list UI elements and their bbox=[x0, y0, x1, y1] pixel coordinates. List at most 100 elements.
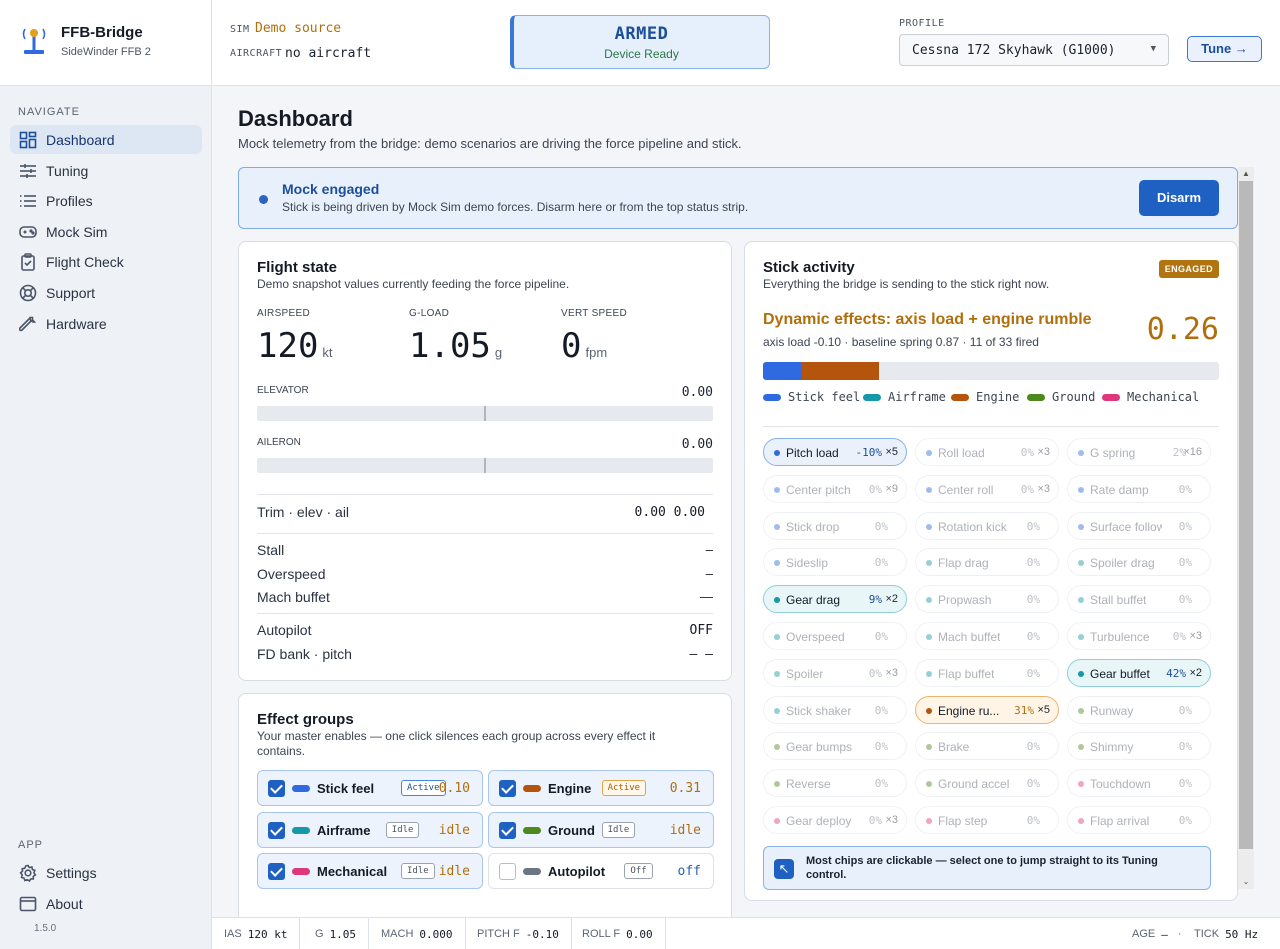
effect-chip-flap-arrival[interactable]: Flap arrival 0% bbox=[1067, 806, 1211, 834]
dynamic-effects-title: Dynamic effects: axis load + engine rumb… bbox=[763, 311, 1092, 328]
effect-chip-engine-ru[interactable]: Engine ru... 31% ×5 bbox=[915, 695, 1059, 724]
chip-label: Sideslip bbox=[786, 556, 829, 571]
effect-chip-rate-damp[interactable]: Rate damp 0% bbox=[1067, 474, 1211, 503]
flight-state-subtitle: Demo snapshot values currently feeding t… bbox=[257, 277, 570, 291]
group-chip-mechanical[interactable]: Mechanical Idle idle bbox=[257, 853, 483, 889]
sidebar-item-mock-sim[interactable]: Mock Sim bbox=[10, 217, 202, 246]
effect-chip-center-roll[interactable]: Center roll 0% ×3 bbox=[915, 474, 1059, 503]
effect-chip-flap-drag[interactable]: Flap drag 0% bbox=[915, 548, 1059, 577]
chip-percent: 0% bbox=[1026, 777, 1040, 791]
group-chip-engine[interactable]: Engine Active 0.31 bbox=[488, 770, 714, 806]
effect-chip-touchdown[interactable]: Touchdown 0% bbox=[1067, 769, 1211, 798]
effect-chip-stick-drop[interactable]: Stick drop 0% bbox=[763, 511, 907, 540]
effect-chip-center-pitch[interactable]: Center pitch 0% ×9 bbox=[763, 474, 907, 503]
effect-chip-rotation-kick[interactable]: Rotation kick 0% bbox=[915, 511, 1059, 540]
effect-chip-brake[interactable]: Brake 0% bbox=[915, 732, 1059, 761]
sidebar-item-profiles[interactable]: Profiles bbox=[10, 186, 202, 215]
checkbox[interactable] bbox=[268, 863, 285, 880]
scroll-down-icon[interactable]: ⌄ bbox=[1238, 875, 1254, 889]
armed-status[interactable]: ARMED Device Ready bbox=[510, 15, 770, 69]
effect-chip-ground-accel[interactable]: Ground accel 0% bbox=[915, 769, 1059, 798]
stick-activity-card: Stick activity Everything the bridge is … bbox=[744, 241, 1238, 901]
effect-chip-g-spring[interactable]: G spring 2% ×16 bbox=[1067, 438, 1211, 466]
sidebar-item-settings[interactable]: Settings bbox=[10, 858, 202, 887]
sidebar-item-support[interactable]: Support bbox=[10, 278, 202, 307]
aircraft-key: AIRCRAFT bbox=[230, 48, 283, 59]
effect-chip-flap-step[interactable]: Flap step 0% bbox=[915, 806, 1059, 834]
divider bbox=[257, 613, 713, 614]
chip-dot bbox=[1078, 560, 1084, 567]
effect-chip-flap-buffet[interactable]: Flap buffet 0% bbox=[915, 658, 1059, 687]
effect-chip-stall-buffet[interactable]: Stall buffet 0% bbox=[1067, 585, 1211, 614]
sidebar-item-hardware[interactable]: Hardware bbox=[10, 309, 202, 338]
group-chip-airframe[interactable]: Airframe Idle idle bbox=[257, 812, 483, 848]
sidebar-item-label: Flight Check bbox=[46, 253, 124, 270]
chip-label: Flap drag bbox=[938, 556, 989, 571]
chip-multiplier: ×5 bbox=[885, 446, 898, 458]
effect-chip-mach-buffet[interactable]: Mach buffet 0% bbox=[915, 622, 1059, 650]
chip-percent: 0% bbox=[1178, 740, 1192, 754]
effect-chip-gear-bumps[interactable]: Gear bumps 0% bbox=[763, 732, 907, 761]
group-chip-autopilot[interactable]: Autopilot Off off bbox=[488, 853, 714, 889]
effect-chip-gear-drag[interactable]: Gear drag 9% ×2 bbox=[763, 585, 907, 614]
checkbox[interactable] bbox=[499, 863, 516, 880]
profile-select[interactable]: Cessna 172 Skyhawk (G1000) ▼ bbox=[899, 34, 1169, 66]
telemetry-footer: IAS 120 kt G 1.05 MACH 0.000 PITCH F -0.10 R… bbox=[212, 917, 1280, 949]
scrollbar-thumb[interactable] bbox=[1239, 181, 1253, 849]
effect-chip-runway[interactable]: Runway 0% bbox=[1067, 695, 1211, 724]
sidebar-item-dashboard[interactable]: Dashboard bbox=[10, 125, 202, 154]
chip-percent: 0% bbox=[868, 482, 882, 496]
chip-label: Gear drag bbox=[786, 593, 841, 608]
scroll-up-icon[interactable]: ▲ bbox=[1238, 167, 1254, 181]
effect-chip-surface-follow[interactable]: Surface follow 0% bbox=[1067, 511, 1211, 540]
chip-label: Stall buffet bbox=[1090, 593, 1147, 608]
effect-chip-roll-load[interactable]: Roll load 0% ×3 bbox=[915, 438, 1059, 466]
effect-chip-overspeed[interactable]: Overspeed 0% bbox=[763, 622, 907, 650]
group-status-badge: Idle bbox=[601, 822, 636, 838]
group-chip-stick-feel[interactable]: Stick feel Active 0.10 bbox=[257, 770, 483, 806]
sidebar-item-about[interactable]: About bbox=[10, 889, 202, 918]
checkbox[interactable] bbox=[499, 780, 516, 797]
effect-chip-spoiler[interactable]: Spoiler 0% ×3 bbox=[763, 658, 907, 687]
chip-multiplier: ×3 bbox=[1189, 630, 1202, 642]
legend-label: Ground bbox=[1052, 390, 1096, 404]
main-scrollbar[interactable]: ▲ ⌄ bbox=[1238, 167, 1254, 889]
chip-percent: 0% bbox=[1178, 703, 1192, 717]
group-chip-ground[interactable]: Ground Idle idle bbox=[488, 812, 714, 848]
tune-button[interactable]: Tune → bbox=[1187, 36, 1262, 62]
checkbox[interactable] bbox=[499, 822, 516, 839]
hint-text: Most chips are clickable — select one to… bbox=[806, 855, 1158, 881]
chip-dot bbox=[774, 523, 780, 530]
chip-multiplier: ×2 bbox=[885, 593, 898, 606]
chip-percent: 0% bbox=[1026, 556, 1040, 570]
aircraft-value: no aircraft bbox=[285, 46, 372, 61]
group-status-badge: Off bbox=[624, 863, 653, 879]
aileron-value: 0.00 bbox=[681, 437, 713, 452]
sidebar-item-flight-check[interactable]: Flight Check bbox=[10, 247, 202, 276]
brand: FFB-Bridge SideWinder FFB 2 bbox=[0, 0, 211, 86]
chip-percent: 0% bbox=[1178, 777, 1192, 791]
disarm-button[interactable]: Disarm bbox=[1139, 180, 1219, 216]
legend-swatch bbox=[1102, 393, 1120, 401]
chip-label: Flap arrival bbox=[1090, 814, 1150, 828]
checkbox[interactable] bbox=[268, 822, 285, 839]
effect-chip-gear-deploy[interactable]: Gear deploy 0% ×3 bbox=[763, 806, 907, 834]
effect-chip-propwash[interactable]: Propwash 0% bbox=[915, 585, 1059, 614]
checkbox[interactable] bbox=[268, 780, 285, 797]
effect-chip-turbulence[interactable]: Turbulence 0% ×3 bbox=[1067, 622, 1211, 650]
sidebar: FFB-Bridge SideWinder FFB 2 NAVIGATE Das… bbox=[0, 0, 212, 949]
aileron-label: AILERON bbox=[257, 437, 301, 448]
effect-chip-pitch-load[interactable]: Pitch load -10% ×5 bbox=[763, 438, 907, 466]
effect-chip-gear-buffet[interactable]: Gear buffet 42% ×2 bbox=[1067, 658, 1211, 687]
sidebar-item-tuning[interactable]: Tuning bbox=[10, 156, 202, 185]
effect-chip-spoiler-drag[interactable]: Spoiler drag 0% bbox=[1067, 548, 1211, 577]
chip-dot bbox=[926, 707, 932, 714]
effect-chip-sideslip[interactable]: Sideslip 0% bbox=[763, 548, 907, 577]
gear-icon bbox=[18, 863, 38, 883]
chip-label: Ground accel bbox=[938, 777, 1010, 792]
effect-chip-stick-shaker[interactable]: Stick shaker 0% bbox=[763, 695, 907, 724]
group-status-badge: Idle bbox=[385, 822, 420, 838]
effect-chip-reverse[interactable]: Reverse 0% bbox=[763, 769, 907, 798]
effect-chip-shimmy[interactable]: Shimmy 0% bbox=[1067, 732, 1211, 761]
legend-item: Airframe bbox=[863, 390, 946, 404]
